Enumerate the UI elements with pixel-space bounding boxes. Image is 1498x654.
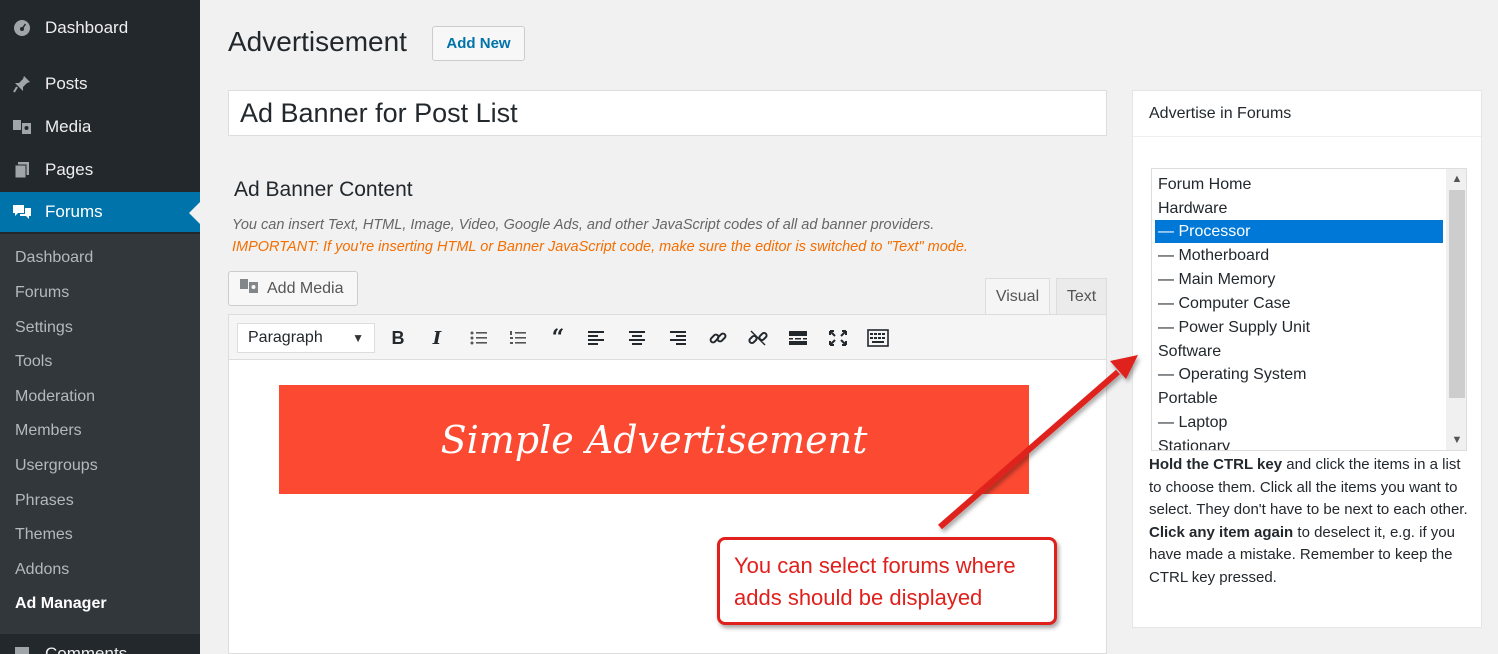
sidebar-item-posts[interactable]: Posts (0, 64, 200, 104)
callout-line-2: adds should be displayed (734, 585, 983, 610)
link-icon[interactable] (705, 325, 731, 351)
content-heading: Ad Banner Content (234, 178, 413, 201)
format-select[interactable]: Paragraph ▼ (237, 323, 375, 353)
toolbar-toggle-icon[interactable] (865, 325, 891, 351)
add-media-button[interactable]: Add Media (228, 271, 358, 306)
forum-option[interactable]: Forum Home (1155, 173, 1443, 196)
tab-text[interactable]: Text (1056, 278, 1107, 315)
forum-option-selected[interactable]: — Processor (1155, 220, 1443, 243)
sidebar-item-label: Media (45, 117, 92, 136)
page-title: Advertisement (228, 26, 407, 57)
forum-option[interactable]: — Computer Case (1155, 292, 1443, 315)
multiselect-help: Hold the CTRL key and click the items in… (1149, 454, 1469, 589)
content-hint: You can insert Text, HTML, Image, Video,… (232, 217, 935, 233)
submenu-item-themes[interactable]: Themes (15, 526, 73, 544)
editor-toolbar: Paragraph ▼ B I “ (229, 315, 1106, 360)
sidebar-item-label: Dashboard (45, 18, 129, 37)
submenu-item-addons[interactable]: Addons (15, 561, 69, 579)
submenu-item-forums[interactable]: Forums (15, 284, 69, 302)
sidebar-item-comments[interactable]: Comments (0, 634, 200, 654)
comments-icon (10, 644, 34, 654)
submenu-item-dashboard[interactable]: Dashboard (15, 249, 93, 267)
forums-submenu: Dashboard Forums Settings Tools Moderati… (0, 234, 200, 634)
sidebar-item-label: Pages (45, 160, 94, 179)
chevron-up-icon[interactable]: ▲ (1447, 169, 1466, 189)
bold-icon[interactable]: B (385, 325, 411, 351)
pin-icon (10, 74, 34, 94)
dashboard-icon (10, 18, 34, 38)
format-select-value: Paragraph (248, 329, 323, 346)
submenu-item-moderation[interactable]: Moderation (15, 388, 95, 406)
sidebar-item-forums[interactable]: Forums (0, 192, 200, 232)
active-indicator (189, 202, 200, 224)
scroll-thumb[interactable] (1449, 190, 1465, 398)
submenu-item-tools[interactable]: Tools (15, 353, 52, 371)
align-center-icon[interactable] (624, 325, 650, 351)
sidebar-item-media[interactable]: Media (0, 107, 200, 147)
help-bold-ctrl: Hold the CTRL key (1149, 456, 1283, 473)
sidebar-item-dashboard[interactable]: Dashboard (0, 8, 200, 48)
ad-banner-preview: Simple Advertisement (279, 385, 1029, 494)
callout-line-1: You can select forums where (734, 553, 1016, 578)
sidebar-item-label: Posts (45, 74, 88, 93)
media-icon (10, 117, 34, 137)
pages-icon (10, 160, 34, 180)
forum-option[interactable]: — Motherboard (1155, 244, 1443, 267)
forum-option[interactable]: — Main Memory (1155, 268, 1443, 291)
forum-option[interactable]: Hardware (1155, 197, 1443, 220)
sidebar-item-label: Comments (45, 644, 128, 654)
forums-icon (10, 202, 34, 222)
forum-option[interactable]: — Operating System (1155, 363, 1443, 386)
add-media-label: Add Media (267, 279, 344, 297)
admin-sidebar: Dashboard Posts Media Pages Forums Dashb… (0, 0, 200, 654)
submenu-item-ad-manager[interactable]: Ad Manager (15, 595, 107, 613)
forum-option[interactable]: — Power Supply Unit (1155, 316, 1443, 339)
chevron-down-icon: ▼ (352, 331, 364, 345)
submenu-item-phrases[interactable]: Phrases (15, 492, 74, 510)
unlink-icon[interactable] (745, 325, 771, 351)
align-left-icon[interactable] (583, 325, 609, 351)
forum-option[interactable]: — Laptop (1155, 411, 1443, 434)
sidebar-item-label: Forums (45, 202, 103, 221)
annotation-callout: You can select forums where adds should … (717, 537, 1057, 625)
fullscreen-icon[interactable] (825, 325, 851, 351)
forum-option[interactable]: Software (1155, 340, 1443, 363)
italic-icon[interactable]: I (424, 325, 450, 351)
chevron-down-icon[interactable]: ▼ (1447, 430, 1466, 450)
numbered-list-icon[interactable] (505, 325, 531, 351)
read-more-icon[interactable] (785, 325, 811, 351)
forum-option[interactable]: Portable (1155, 387, 1443, 410)
box-title: Advertise in Forums (1149, 105, 1292, 122)
media-icon (239, 277, 259, 300)
divider (1133, 136, 1481, 137)
post-title-input[interactable]: Ad Banner for Post List (228, 90, 1107, 136)
important-notice: IMPORTANT: If you're inserting HTML or B… (232, 239, 968, 255)
sidebar-item-pages[interactable]: Pages (0, 150, 200, 190)
blockquote-icon[interactable]: “ (545, 325, 571, 351)
forum-multiselect[interactable]: Forum Home Hardware — Processor — Mother… (1151, 168, 1467, 451)
help-bold-click: Click any item again (1149, 523, 1294, 541)
advertise-in-forums-box: Advertise in Forums Forum Home Hardware … (1132, 90, 1482, 628)
align-right-icon[interactable] (665, 325, 691, 351)
forum-option[interactable]: Stationary (1155, 435, 1443, 451)
list-scrollbar[interactable]: ▲ ▼ (1446, 169, 1466, 450)
add-new-button[interactable]: Add New (432, 26, 525, 61)
submenu-item-usergroups[interactable]: Usergroups (15, 457, 98, 475)
submenu-item-settings[interactable]: Settings (15, 319, 73, 337)
tab-visual[interactable]: Visual (985, 278, 1050, 315)
bullet-list-icon[interactable] (466, 325, 492, 351)
submenu-item-members[interactable]: Members (15, 422, 82, 440)
